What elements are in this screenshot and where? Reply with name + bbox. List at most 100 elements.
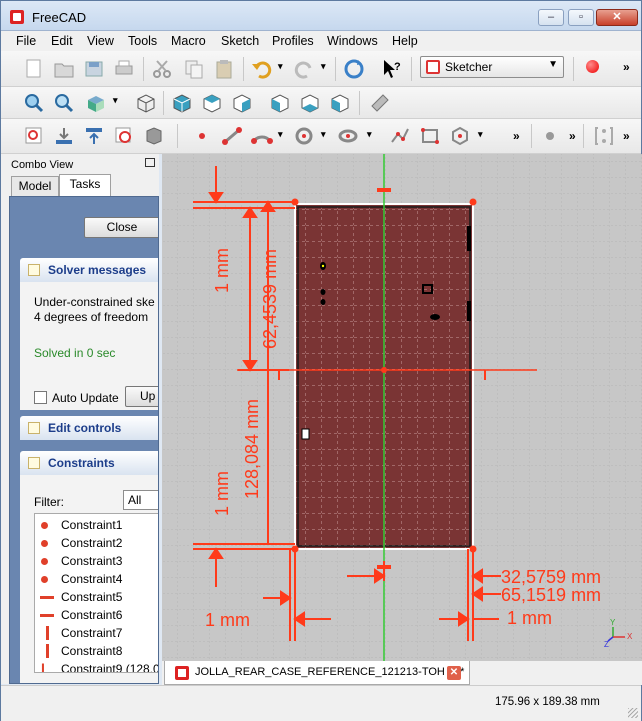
menu-sketch[interactable]: Sketch — [221, 34, 259, 48]
coincident-icon — [41, 540, 48, 547]
workbench-selector[interactable]: Sketcher ▼ — [420, 56, 564, 78]
isometric-view-icon[interactable] — [135, 92, 157, 114]
toolbar-overflow-icon[interactable]: » — [513, 129, 520, 143]
constraints-title: Constraints — [48, 456, 115, 470]
sketcher-icon — [426, 60, 440, 74]
document-tab[interactable]: JOLLA_REAR_CASE_REFERENCE_121213-TOH : 1… — [164, 661, 470, 685]
measure-distance-icon[interactable] — [369, 92, 391, 114]
list-item[interactable]: Constraint2 — [35, 534, 158, 552]
dim-bottom-offset: 1 mm — [212, 471, 232, 516]
list-item[interactable]: I Constraint9 (128,0 — [35, 660, 158, 672]
toolbar-overflow-icon[interactable]: » — [623, 60, 630, 74]
fit-selection-icon[interactable] — [53, 92, 75, 114]
dim-right-offset: 1 mm — [507, 608, 552, 628]
application-window: FreeCAD – ▫ ✕ File Edit View Tools Macro… — [0, 0, 642, 721]
list-item[interactable]: Constraint8 — [35, 642, 158, 660]
panel-icon — [28, 457, 40, 469]
cut-icon[interactable] — [151, 58, 173, 80]
list-item[interactable]: Constraint3 — [35, 552, 158, 570]
minimize-button[interactable]: – — [538, 9, 564, 26]
create-line-icon[interactable] — [221, 125, 243, 147]
menu-help[interactable]: Help — [392, 34, 418, 48]
float-panel-icon[interactable] — [145, 158, 155, 167]
close-button[interactable]: Close — [84, 217, 158, 238]
toolbar-separator — [573, 57, 574, 81]
right-view-icon[interactable] — [231, 92, 253, 114]
list-item[interactable]: Constraint4 — [35, 570, 158, 588]
constraints-panel: Filter: All Constraint1 Constraint2 Cons… — [20, 475, 158, 683]
dim-top-offset: 1 mm — [212, 248, 232, 293]
menu-macro[interactable]: Macro — [171, 34, 206, 48]
coincident-icon — [41, 522, 48, 529]
edit-controls-header[interactable]: Edit controls — [20, 416, 158, 440]
update-button[interactable]: Up — [125, 386, 158, 407]
circle-dropdown-icon[interactable]: ▾ — [321, 129, 326, 140]
menu-view[interactable]: View — [87, 34, 114, 48]
new-document-icon[interactable] — [23, 58, 45, 80]
refresh-icon[interactable] — [343, 58, 365, 80]
close-tab-icon[interactable]: ✕ — [447, 666, 461, 680]
map-sketch-icon[interactable] — [113, 125, 135, 147]
3d-viewport[interactable]: 1 mm 62,4539 mm 128,084 mm 1 mm 1 mm 1 m… — [162, 154, 642, 684]
tab-tasks[interactable]: Tasks — [59, 174, 111, 196]
open-folder-icon[interactable] — [53, 58, 75, 80]
dim-width: 65,1519 mm — [501, 585, 601, 605]
filter-select[interactable]: All — [123, 490, 158, 510]
undo-icon[interactable] — [251, 58, 273, 80]
solver-messages-header[interactable]: Solver messages — [20, 258, 158, 282]
front-view-icon[interactable] — [171, 92, 193, 114]
fit-all-icon[interactable] — [23, 92, 45, 114]
create-conic-icon[interactable] — [337, 125, 359, 147]
menu-file[interactable]: File — [16, 34, 36, 48]
paste-icon[interactable] — [213, 58, 235, 80]
create-point-icon[interactable] — [191, 125, 213, 147]
redo-icon[interactable] — [293, 58, 315, 80]
arc-dropdown-icon[interactable]: ▾ — [278, 129, 283, 140]
draw-style-dropdown-icon[interactable]: ▾ — [113, 95, 118, 106]
toggle-construction-icon[interactable] — [539, 125, 561, 147]
menu-tools[interactable]: Tools — [128, 34, 157, 48]
menu-profiles[interactable]: Profiles — [272, 34, 314, 48]
undo-dropdown-icon[interactable]: ▾ — [278, 61, 283, 72]
redo-dropdown-icon[interactable]: ▾ — [321, 61, 326, 72]
menu-windows[interactable]: Windows — [327, 34, 378, 48]
close-window-button[interactable]: ✕ — [596, 9, 638, 26]
dim-height-total: 128,084 mm — [242, 399, 262, 499]
list-item[interactable]: Constraint6 — [35, 606, 158, 624]
polygon-dropdown-icon[interactable]: ▾ — [478, 129, 483, 140]
macro-record-icon[interactable] — [586, 60, 599, 73]
create-arc-icon[interactable] — [251, 125, 273, 147]
list-item[interactable]: Constraint1 — [35, 516, 158, 534]
vertical-icon — [46, 644, 49, 658]
create-polygon-icon[interactable] — [449, 125, 471, 147]
top-view-icon[interactable] — [201, 92, 223, 114]
resize-grip-icon[interactable] — [628, 708, 638, 718]
save-icon[interactable] — [83, 58, 105, 80]
toolbar-overflow-icon[interactable]: » — [623, 129, 630, 143]
bottom-view-icon[interactable] — [299, 92, 321, 114]
leave-sketch-icon[interactable] — [53, 125, 75, 147]
view-dimensions: 175.96 x 189.38 mm — [495, 696, 600, 708]
list-item[interactable]: Constraint5 — [35, 588, 158, 606]
toolbar-overflow-icon[interactable]: » — [569, 129, 576, 143]
rear-view-icon[interactable] — [269, 92, 291, 114]
print-icon[interactable] — [113, 58, 135, 80]
create-circle-icon[interactable] — [293, 125, 315, 147]
menu-edit[interactable]: Edit — [51, 34, 73, 48]
reorient-sketch-icon[interactable] — [143, 125, 165, 147]
new-sketch-icon[interactable] — [23, 125, 45, 147]
draw-style-icon[interactable] — [85, 92, 107, 114]
tab-model[interactable]: Model — [11, 176, 59, 196]
view-sketch-icon[interactable] — [83, 125, 105, 147]
auto-update-checkbox[interactable] — [34, 391, 47, 404]
conic-dropdown-icon[interactable]: ▾ — [367, 129, 372, 140]
constrain-coincident-icon[interactable] — [593, 125, 615, 147]
list-item[interactable]: Constraint7 — [35, 624, 158, 642]
copy-icon[interactable] — [183, 58, 205, 80]
create-polyline-icon[interactable] — [389, 125, 411, 147]
constraints-header[interactable]: Constraints — [20, 451, 158, 475]
maximize-button[interactable]: ▫ — [568, 9, 594, 26]
left-view-icon[interactable] — [329, 92, 351, 114]
whats-this-icon[interactable]: ? — [381, 58, 403, 80]
create-rectangle-icon[interactable] — [419, 125, 441, 147]
